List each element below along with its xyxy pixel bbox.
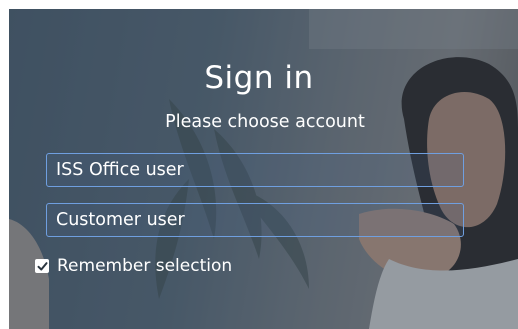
remember-selection[interactable]: Remember selection bbox=[35, 253, 232, 279]
page-subtitle: Please choose account bbox=[165, 112, 365, 132]
iss-office-user-label: ISS Office user bbox=[56, 160, 184, 180]
checkmark-icon bbox=[37, 261, 47, 270]
page-title: Sign in bbox=[204, 60, 314, 96]
remember-selection-label: Remember selection bbox=[57, 256, 233, 276]
remember-selection-checkbox[interactable] bbox=[35, 259, 49, 273]
customer-user-label: Customer user bbox=[56, 210, 185, 230]
iss-office-user-button[interactable]: ISS Office user bbox=[46, 153, 464, 187]
customer-user-button[interactable]: Customer user bbox=[46, 203, 464, 237]
